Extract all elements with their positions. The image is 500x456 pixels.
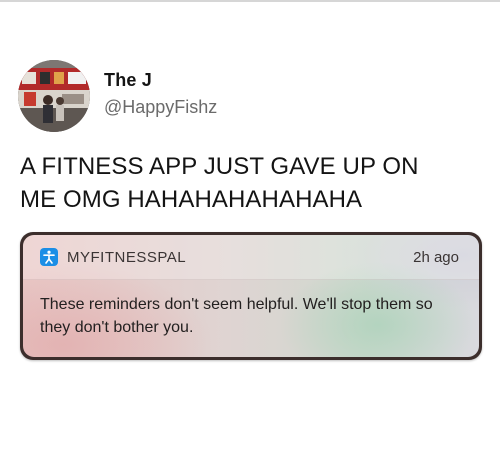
notification-header: MYFITNESSPAL 2h ago bbox=[23, 235, 479, 280]
notification-app-name: MYFITNESSPAL bbox=[67, 249, 187, 266]
stick-figure-icon bbox=[43, 250, 55, 264]
notification-message: These reminders don't seem helpful. We'l… bbox=[40, 296, 433, 336]
notification-time: 2h ago bbox=[413, 249, 459, 266]
user-handle[interactable]: @HappyFishz bbox=[104, 97, 217, 118]
tweet-text: A FITNESS APP JUST GAVE UP ON ME OMG HAH… bbox=[20, 153, 419, 213]
notification-card: MYFITNESSPAL 2h ago These reminders don'… bbox=[23, 235, 479, 357]
notification-screenshot: MYFITNESSPAL 2h ago These reminders don'… bbox=[20, 232, 482, 360]
profile-avatar[interactable] bbox=[18, 60, 90, 132]
myfitnesspal-icon bbox=[40, 248, 58, 266]
display-name[interactable]: The J bbox=[104, 70, 152, 91]
avatar-photo-icon bbox=[18, 60, 90, 132]
tweet-card: The J @HappyFishz A FITNESS APP JUST GAV… bbox=[0, 0, 500, 456]
